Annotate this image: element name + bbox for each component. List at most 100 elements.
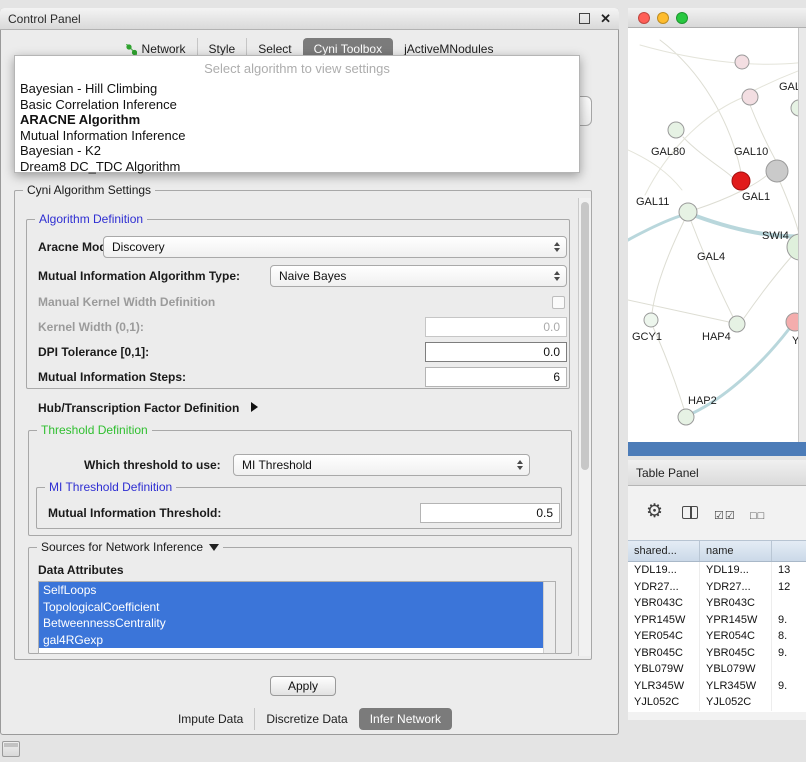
algorithm-option[interactable]: Dream8 DC_TDC Algorithm [15, 159, 579, 175]
table-cell: YDL19... [628, 562, 700, 579]
table-row[interactable]: YBL079WYBL079W [628, 661, 806, 678]
table-row[interactable]: YPR145WYPR145W9. [628, 612, 806, 629]
tab-infer-network[interactable]: Infer Network [359, 708, 452, 730]
mi-steps-input[interactable]: 6 [425, 367, 567, 387]
network-node[interactable] [732, 172, 750, 190]
table-row[interactable]: YJL052CYJL052C [628, 694, 806, 711]
kernel-width-value: 0.0 [543, 320, 560, 334]
apply-button[interactable]: Apply [270, 676, 336, 696]
table-cell: 9. [772, 612, 806, 629]
dpi-tolerance-value: 0.0 [543, 345, 560, 359]
column-header[interactable]: name [700, 541, 772, 561]
network-node[interactable] [729, 316, 745, 332]
network-edge[interactable] [628, 300, 729, 322]
network-edge[interactable] [628, 216, 680, 240]
control-panel-bottom-tabbar: Impute Data Discretize Data Infer Network [0, 706, 619, 732]
dropdown-placeholder: Select algorithm to view settings [15, 56, 579, 81]
network-node[interactable] [678, 409, 694, 425]
table-row[interactable]: YBR045CYBR045C9. [628, 645, 806, 662]
algorithm-option[interactable]: Basic Correlation Inference [15, 97, 579, 113]
select-all-rows-icon[interactable] [714, 506, 736, 524]
data-attribute-item[interactable]: BetweennessCentrality [39, 615, 548, 632]
network-edge[interactable] [640, 45, 798, 64]
control-panel-titlebar[interactable]: Control Panel [0, 8, 619, 30]
data-attributes-list: SelfLoopsTopologicalCoefficientBetweenne… [38, 581, 556, 654]
mi-algorithm-type-select[interactable]: Naive Bayes [270, 265, 567, 287]
column-visibility-icon[interactable] [682, 506, 698, 519]
network-node[interactable] [766, 160, 788, 182]
network-node[interactable] [742, 89, 758, 105]
table-row[interactable]: YDR27...YDR27...12 [628, 579, 806, 596]
tab-label: Network [142, 42, 186, 56]
table-row[interactable]: YBR043CYBR043C [628, 595, 806, 612]
list-scrollbar[interactable] [543, 582, 555, 653]
table-cell: 8. [772, 628, 806, 645]
network-edge[interactable] [691, 221, 733, 317]
window-title: Control Panel [8, 12, 81, 26]
threshold-definition-title: Threshold Definition [37, 423, 152, 437]
sources-group-toggle[interactable]: Sources for Network Inference [37, 540, 223, 554]
algorithm-option[interactable]: ARACNE Algorithm [15, 112, 579, 128]
network-node[interactable] [644, 313, 658, 327]
deselect-all-rows-icon[interactable] [750, 506, 765, 524]
settings-gear-icon[interactable] [646, 500, 663, 523]
column-header[interactable] [772, 541, 806, 561]
kernel-width-input[interactable]: 0.0 [425, 317, 567, 337]
table-cell: YDL19... [700, 562, 772, 579]
which-threshold-select[interactable]: MI Threshold [233, 454, 530, 476]
algorithm-option[interactable]: Bayesian - K2 [15, 143, 579, 159]
close-window-icon[interactable] [600, 14, 611, 24]
algorithm-option[interactable]: Mutual Information Inference [15, 128, 579, 144]
table-cell: YPR145W [628, 612, 700, 629]
table-cell: YBL079W [700, 661, 772, 678]
table-panel-title: Table Panel [636, 466, 699, 480]
settings-scrollbar-thumb[interactable] [581, 202, 589, 470]
algorithm-option[interactable]: Bayesian - Hill Climbing [15, 81, 579, 97]
table-header-row: shared...name [628, 540, 806, 562]
minimized-panel-icon[interactable] [2, 741, 20, 757]
dpi-tolerance-input[interactable]: 0.0 [425, 342, 567, 362]
aracne-mode-select[interactable]: Discovery [103, 236, 567, 258]
manual-kernel-checkbox[interactable] [552, 296, 565, 309]
column-header[interactable]: shared... [628, 541, 700, 561]
tab-label: Infer Network [370, 712, 441, 726]
zoom-traffic-light[interactable] [676, 12, 688, 24]
combo-spinner-icon [554, 271, 560, 281]
tab-label: Discretize Data [266, 712, 347, 726]
network-vertical-scrollbar[interactable] [798, 28, 806, 442]
network-node[interactable] [735, 55, 749, 69]
node-label: GCY1 [632, 331, 662, 343]
data-attribute-item[interactable]: SelfLoops [39, 582, 548, 599]
settings-scrollbar[interactable] [578, 198, 591, 656]
data-attribute-item[interactable]: TopologicalCoefficient [39, 599, 548, 616]
network-node[interactable] [679, 203, 697, 221]
tab-discretize-data[interactable]: Discretize Data [254, 708, 358, 730]
table-panel-titlebar[interactable]: Table Panel [628, 460, 806, 486]
network-edge[interactable] [744, 256, 792, 318]
minimize-traffic-light[interactable] [657, 12, 669, 24]
settings-group-title: Cyni Algorithm Settings [23, 183, 155, 197]
network-node[interactable] [791, 100, 798, 116]
network-edge[interactable] [683, 137, 732, 177]
mi-steps-label: Mutual Information Steps: [38, 370, 186, 384]
apply-button-label: Apply [288, 679, 318, 693]
close-traffic-light[interactable] [638, 12, 650, 24]
network-edge[interactable] [652, 221, 684, 313]
float-window-icon[interactable] [579, 13, 590, 24]
mi-steps-value: 6 [553, 370, 560, 384]
network-window-titlebar[interactable] [628, 8, 806, 28]
table-cell [772, 661, 806, 678]
hub-definition-toggle[interactable]: Hub/Transcription Factor Definition [38, 401, 258, 415]
mi-threshold-input[interactable]: 0.5 [420, 503, 560, 523]
table-cell: YER054C [628, 628, 700, 645]
network-node[interactable] [668, 122, 684, 138]
hub-definition-label: Hub/Transcription Factor Definition [38, 401, 239, 415]
table-row[interactable]: YER054CYER054C8. [628, 628, 806, 645]
data-attribute-item[interactable]: gal4RGexp [39, 632, 548, 649]
network-edge[interactable] [780, 182, 798, 234]
table-cell: 9. [772, 645, 806, 662]
tab-impute-data[interactable]: Impute Data [167, 708, 254, 730]
table-row[interactable]: YLR345WYLR345W9. [628, 678, 806, 695]
table-cell [772, 694, 806, 711]
table-row[interactable]: YDL19...YDL19...13 [628, 562, 806, 579]
